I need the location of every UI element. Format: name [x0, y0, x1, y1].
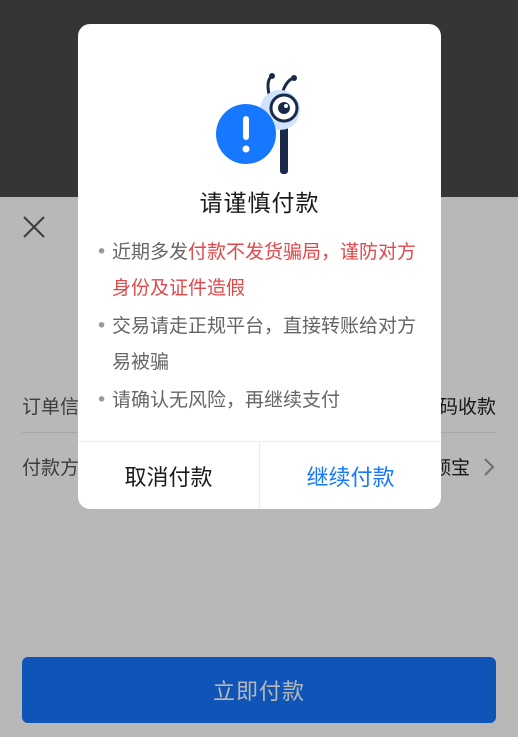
- payment-screen: 订单信息 二维码收款 付款方式 余额宝 立即付款 请谨慎付款 • 近期多发付款不…: [0, 0, 518, 737]
- cancel-payment-button[interactable]: 取消付款: [78, 442, 259, 509]
- caution-dialog: 请谨慎付款 • 近期多发付款不发货骗局，谨防对方身份及证件造假 • 交易请走正规平台…: [78, 24, 441, 509]
- warning-item-1-text: 近期多发: [112, 241, 189, 263]
- warning-list: • 近期多发付款不发货骗局，谨防对方身份及证件造假 • 交易请走正规平台，直接转账给…: [96, 234, 426, 420]
- warning-item-2: • 交易请走正规平台，直接转账给对方易被骗: [96, 308, 426, 380]
- warning-item-3: • 请确认无风险，再继续支付: [96, 382, 426, 418]
- bullet-dot: •: [96, 389, 108, 411]
- continue-payment-button[interactable]: 继续付款: [260, 442, 441, 509]
- warning-item-2-text: 交易请走正规平台，直接转账给对方易被骗: [112, 315, 417, 373]
- bullet-dot: •: [96, 241, 108, 263]
- bullet-dot: •: [96, 315, 108, 337]
- warning-item-3-text: 请确认无风险，再继续支付: [112, 389, 341, 411]
- dialog-title: 请谨慎付款: [199, 191, 320, 217]
- warning-item-1: • 近期多发付款不发货骗局，谨防对方身份及证件造假: [96, 234, 426, 306]
- warning-mascot-icon: [214, 70, 304, 182]
